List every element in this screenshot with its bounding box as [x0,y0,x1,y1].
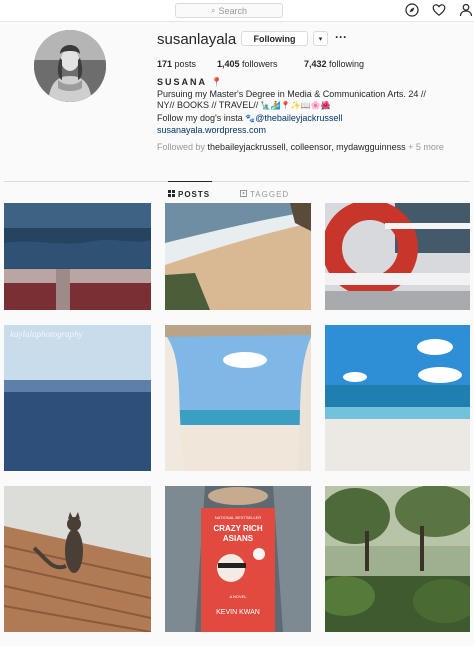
followed-by-names: thebaileyjackrussell, colleensor, mydawg… [207,142,406,152]
bio-line-2-text: NY// BOOKS // TRAVEL// [157,100,259,110]
tab-posts[interactable]: POSTS [168,190,210,199]
book-subtitle: A NOVEL [229,594,247,599]
post-tile-9[interactable] [325,486,470,632]
following-button[interactable]: Following [241,31,308,46]
post-tile-5[interactable] [165,325,311,471]
search-input[interactable]: ⌕ Search [175,3,283,18]
following-count: 7,432 [304,59,327,69]
posts-label: posts [174,59,197,69]
followers-count: 1,405 [217,59,240,69]
more-options-icon[interactable]: ··· [335,30,347,44]
following-label: following [329,59,365,69]
post-tile-2[interactable] [165,203,311,310]
bio-line-3: Follow my dog's insta 🐾@thebaileyjackrus… [157,113,342,124]
followed-by-suffix: + 5 more [408,142,444,152]
active-tab-indicator [168,181,212,182]
post-tile-8[interactable]: NATIONAL BESTSELLER CRAZY RICH ASIANS A … [165,486,311,632]
compass-icon[interactable] [405,3,419,17]
posts-stat: 171 posts [157,59,196,69]
pin-icon: 📍 [211,77,223,87]
bio-emoji-icons: 🗽🏄📍✨📖🌸🌺 [260,101,331,110]
website-link[interactable]: susanayala.wordpress.com [157,125,266,136]
tab-tagged-label: TAGGED [250,190,290,199]
post-tile-1[interactable] [4,203,151,310]
post-image-book: NATIONAL BESTSELLER CRAZY RICH ASIANS A … [165,486,311,632]
grid-icon [168,190,175,199]
paw-prints-icon: 🐾 [245,114,256,123]
profile-username: susanlayala [157,31,237,48]
profile-avatar[interactable] [34,30,106,102]
post-tile-4[interactable]: kaylalaphotography [4,325,151,471]
post-watermark: kaylalaphotography [10,329,83,339]
bio-line-3-text: Follow my dog's insta [157,113,243,123]
post-tile-3[interactable] [325,203,470,310]
bio-name-text: SUSANA [157,77,207,87]
suggestions-dropdown-button[interactable]: ▾ [313,31,328,46]
bio-line-1: Pursuing my Master's Degree in Media & C… [157,89,426,99]
book-title-line-1: CRAZY RICH [213,524,262,533]
post-image-beach-aerial [165,203,311,310]
post-image-ocean-railing [4,203,151,310]
book-author: KEVIN KWAN [216,609,260,616]
following-stat[interactable]: 7,432 following [304,59,364,69]
chevron-down-icon: ▾ [318,35,323,43]
tabs-divider [4,181,470,182]
post-tile-6[interactable] [325,325,470,471]
post-image-park [325,486,470,632]
heart-icon[interactable] [432,3,446,17]
book-bestseller-tag: NATIONAL BESTSELLER [215,515,262,520]
tab-tagged[interactable]: TAGGED [240,190,289,199]
post-image-life-ring [325,203,470,310]
tab-posts-label: POSTS [178,190,211,199]
top-navigation-bar: ⌕ Search [0,0,474,22]
followers-stat[interactable]: 1,405 followers [217,59,278,69]
followed-by-prefix: Followed by [157,142,206,152]
post-image-beach-curtains [165,325,311,471]
bio-name: SUSANA 📍 [157,77,222,88]
post-tile-7[interactable] [4,486,151,632]
post-image-blue-sky-beach [325,325,470,471]
search-icon: ⌕ [210,5,216,15]
post-image-cat-deck [4,486,151,632]
book-title-line-2: ASIANS [223,534,254,543]
posts-count: 171 [157,59,173,69]
profile-icon[interactable] [459,3,473,17]
followed-by-text[interactable]: Followed by thebaileyjackrussell, collee… [157,143,457,152]
dog-instagram-link[interactable]: @thebaileyjackrussell [255,113,342,123]
search-placeholder: Search [218,5,247,16]
tag-icon [240,190,247,199]
bio-line-2: NY// BOOKS // TRAVEL// 🗽🏄📍✨📖🌸🌺 [157,100,330,111]
post-image-ocean-horizon: kaylalaphotography [4,325,151,471]
followers-label: followers [242,59,278,69]
